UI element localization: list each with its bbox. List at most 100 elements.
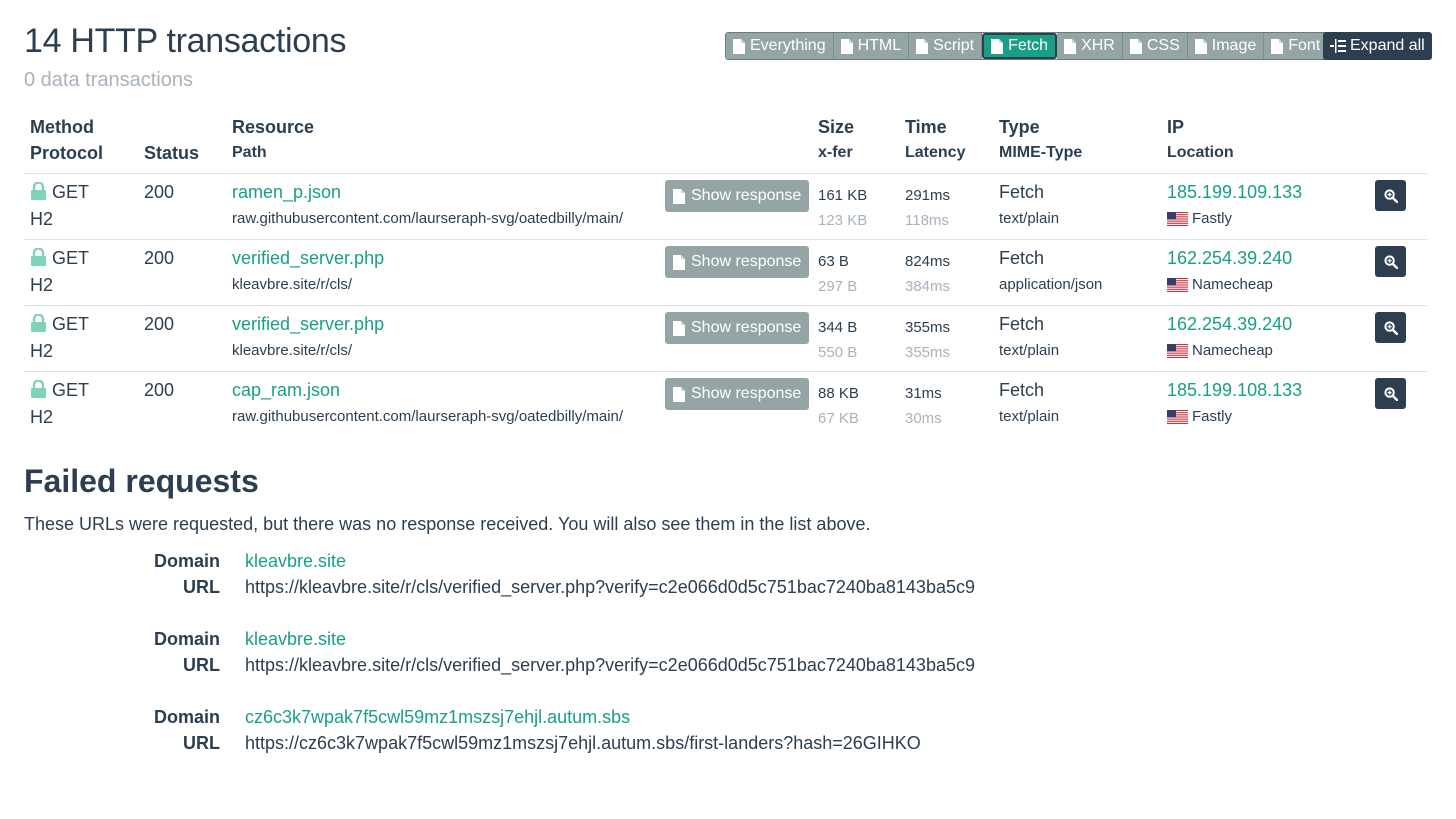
- method-text: GET: [52, 380, 90, 400]
- failed-url: https://kleavbre.site/r/cls/verified_ser…: [245, 655, 975, 675]
- ip-link[interactable]: 185.199.109.133: [1167, 182, 1302, 206]
- latency-value: 30ms: [905, 410, 942, 427]
- failed-request-entry: Domain kleavbre.site URL https://kleavbre.s…: [0, 629, 1100, 681]
- page-subtitle: 0 data transactions: [24, 69, 193, 91]
- show-response-label: Show response: [691, 319, 802, 336]
- status-code: 200: [144, 248, 175, 268]
- location: Namecheap: [1167, 342, 1292, 359]
- filter-image-button[interactable]: Image: [1187, 33, 1265, 59]
- file-icon: [733, 38, 745, 54]
- filter-fetch-button[interactable]: Fetch: [982, 33, 1058, 59]
- protocol-text: H2: [30, 209, 54, 229]
- filter-label: Script: [933, 37, 975, 54]
- ip-cell: 162.254.39.240 Namecheap: [1167, 314, 1292, 359]
- file-icon: [673, 320, 685, 336]
- method-text: GET: [52, 314, 90, 334]
- details-zoom-button[interactable]: [1375, 378, 1406, 409]
- mime-value: text/plain: [999, 408, 1060, 425]
- failed-requests-title: Failed requests: [24, 463, 259, 499]
- filter-xhr-button[interactable]: XHR: [1057, 33, 1123, 59]
- file-icon: [1129, 38, 1142, 54]
- failed-url: https://cz6c3k7wpak7f5cwl59mz1mszsj7ehjl…: [245, 733, 921, 753]
- mime-value: text/plain: [999, 210, 1060, 227]
- status-code: 200: [144, 182, 175, 202]
- page-title: 14 HTTP transactions: [24, 22, 347, 60]
- time-value: 31ms: [905, 385, 942, 402]
- table-header: Method Protocol Status Resource Path Size x…: [24, 114, 1427, 174]
- location-name: Namecheap: [1192, 276, 1273, 293]
- size-cell: 63 B 297 B: [818, 250, 857, 295]
- type-value: Fetch: [999, 314, 1045, 334]
- us-flag-icon: [1167, 211, 1192, 226]
- details-zoom-button[interactable]: [1375, 180, 1406, 211]
- header-resource: Resource Path: [232, 117, 315, 161]
- failed-domain-link[interactable]: kleavbre.site: [245, 629, 346, 650]
- show-response-button[interactable]: Show response: [665, 246, 810, 278]
- type-value: Fetch: [999, 380, 1045, 400]
- location: Fastly: [1167, 210, 1302, 227]
- xfer-value: 67 KB: [818, 410, 859, 427]
- filter-script-button[interactable]: Script: [909, 33, 983, 59]
- time-value: 824ms: [905, 253, 951, 270]
- lock-icon: [30, 181, 47, 205]
- resource-link[interactable]: verified_server.php: [232, 248, 384, 272]
- resource-link[interactable]: ramen_p.json: [232, 182, 623, 206]
- mime-value: application/json: [999, 276, 1103, 293]
- ip-link[interactable]: 162.254.39.240: [1167, 248, 1292, 272]
- details-zoom-button[interactable]: [1375, 312, 1406, 343]
- expand-all-label: Expand all: [1350, 37, 1425, 54]
- us-flag-icon: [1167, 343, 1192, 358]
- file-icon: [1194, 38, 1207, 54]
- time-cell: 355ms 355ms: [905, 316, 950, 361]
- xfer-value: 297 B: [818, 278, 858, 295]
- zoom-icon: [1383, 386, 1398, 401]
- failed-domain-link[interactable]: cz6c3k7wpak7f5cwl59mz1mszsj7ehjl.autum.s…: [245, 707, 630, 728]
- ip-link[interactable]: 162.254.39.240: [1167, 314, 1292, 338]
- filter-label: Image: [1211, 37, 1257, 54]
- method-text: GET: [52, 248, 90, 268]
- filter-label: Fetch: [1008, 37, 1049, 54]
- table-row: GET H2 200 cap_ram.json raw.githubuserconten…: [24, 372, 1427, 438]
- failed-requests-description: These URLs were requested, but there was…: [24, 514, 871, 534]
- mime-value: text/plain: [999, 342, 1060, 359]
- details-zoom-button[interactable]: [1375, 246, 1406, 277]
- failed-domain-link[interactable]: kleavbre.site: [245, 551, 346, 572]
- show-response-button[interactable]: Show response: [665, 378, 810, 410]
- file-icon: [916, 38, 929, 54]
- ip-link[interactable]: 185.199.108.133: [1167, 380, 1302, 404]
- protocol-text: H2: [30, 407, 54, 427]
- domain-label: Domain: [153, 551, 220, 571]
- ip-cell: 185.199.108.133 Fastly: [1167, 380, 1302, 425]
- time-value: 291ms: [905, 187, 951, 204]
- failed-request-entry: Domain kleavbre.site URL https://kleavbre.s…: [0, 551, 1100, 603]
- resource-path: raw.githubusercontent.com/laurseraph-svg…: [232, 408, 624, 425]
- filter-html-button[interactable]: HTML: [833, 33, 910, 59]
- filter-font-button[interactable]: Font: [1264, 33, 1328, 59]
- url-label: URL: [183, 577, 220, 597]
- resource-link[interactable]: verified_server.php: [232, 314, 384, 338]
- resource-link[interactable]: cap_ram.json: [232, 380, 623, 404]
- resource-cell: verified_server.php kleavbre.site/r/cls/: [232, 248, 384, 293]
- expand-all-button[interactable]: Expand all: [1323, 32, 1432, 60]
- status-code: 200: [144, 314, 175, 334]
- url-label: URL: [183, 655, 220, 675]
- latency-value: 355ms: [905, 344, 951, 361]
- ip-cell: 162.254.39.240 Namecheap: [1167, 248, 1292, 293]
- filter-css-button[interactable]: CSS: [1122, 33, 1188, 59]
- filter-everything-button[interactable]: Everything: [726, 33, 834, 59]
- location-name: Fastly: [1192, 210, 1233, 227]
- method-cell: GET H2: [30, 181, 89, 230]
- resource-cell: cap_ram.json raw.githubusercontent.com/la…: [232, 380, 623, 425]
- size-value: 344 B: [818, 319, 858, 336]
- lock-icon: [30, 313, 47, 337]
- expand-icon: [1330, 39, 1346, 53]
- type-value: Fetch: [999, 182, 1045, 202]
- file-icon: [840, 38, 853, 54]
- file-icon: [673, 188, 685, 204]
- file-icon: [991, 38, 1004, 54]
- us-flag-icon: [1167, 277, 1192, 292]
- show-response-button[interactable]: Show response: [665, 180, 810, 212]
- resource-path: kleavbre.site/r/cls/: [232, 276, 353, 293]
- show-response-button[interactable]: Show response: [665, 312, 810, 344]
- resource-path: raw.githubusercontent.com/laurseraph-svg…: [232, 210, 624, 227]
